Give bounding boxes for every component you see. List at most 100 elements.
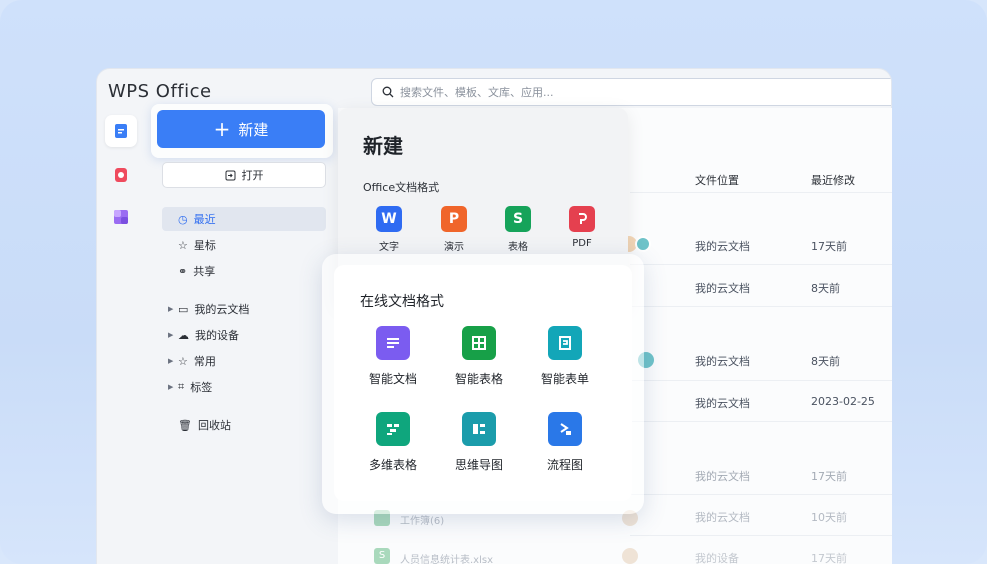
file-modified: 2023-02-25 [811, 395, 875, 408]
smart-form-icon [548, 326, 582, 360]
format-label: 智能表单 [540, 372, 589, 386]
file-location: 我的云文档 [695, 355, 750, 368]
file-modified: 17天前 [811, 240, 847, 253]
office-section-title: Office文档格式 [363, 181, 440, 194]
open-icon [225, 170, 235, 180]
online-section-title: 在线文档格式 [360, 294, 444, 310]
clock-icon: ◷ [178, 212, 188, 226]
format-label: 演示 [444, 242, 464, 253]
apps-icon [114, 210, 128, 224]
multi-table-icon [376, 412, 410, 446]
format-flowchart[interactable]: 流程图 [529, 412, 601, 473]
expand-arrow-icon[interactable]: ▶ [168, 383, 173, 391]
sidebar-item-tags[interactable]: ▶ ⌗ 标签 [162, 375, 326, 399]
file-modified: 8天前 [811, 282, 840, 295]
row-divider [630, 380, 892, 381]
word-icon: W [376, 206, 402, 232]
file-location: 我的云文档 [695, 511, 750, 524]
header-divider [630, 192, 892, 193]
folder-icon: ▭ [178, 302, 189, 316]
tag-icon: ⌗ [178, 380, 185, 393]
format-presentation[interactable]: P 演示 [434, 206, 474, 253]
new-button[interactable]: + 新建 [157, 110, 325, 148]
sidebar-item-label: 共享 [193, 265, 216, 278]
share-icon: ⚭ [178, 264, 188, 278]
pin-icon: ☆ [178, 354, 188, 368]
format-writer[interactable]: W 文字 [369, 206, 409, 253]
file-location: 我的云文档 [695, 282, 750, 295]
cloud-icon: ☁ [178, 328, 189, 342]
row-divider [630, 494, 892, 495]
sidebar-item-devices[interactable]: ▶ ☁ 我的设备 [162, 323, 326, 347]
search-icon [382, 86, 394, 98]
sidebar-item-label: 标签 [190, 381, 213, 394]
format-label: 文字 [379, 242, 399, 253]
row-divider [630, 264, 892, 265]
online-formats-popup: 在线文档格式 智能文档 智能表格 智能表单 多维表格 思维导图 流程图 [322, 254, 644, 514]
file-modified: 17天前 [811, 470, 847, 483]
new-button-highlight: + 新建 [151, 104, 333, 158]
expand-arrow-icon[interactable]: ▶ [168, 305, 173, 313]
faded-file-name: 人员信息统计表.xlsx [400, 555, 494, 564]
pdf-icon [569, 206, 595, 232]
presentation-icon: P [441, 206, 467, 232]
avatar [635, 236, 651, 252]
sidebar-item-shared[interactable]: ⚭ 共享 [162, 259, 326, 283]
search-input[interactable]: 搜索文件、模板、文库、应用... [371, 78, 891, 106]
sidebar-item-label: 我的云文档 [194, 303, 250, 316]
format-mind-map[interactable]: 思维导图 [443, 412, 515, 473]
rail-pdf-button[interactable] [105, 159, 137, 191]
star-icon: ☆ [178, 238, 188, 252]
sidebar-item-label: 星标 [193, 239, 216, 252]
sheet-file-icon: S [374, 548, 390, 564]
sidebar-item-trash[interactable]: 🗑 回收站 [162, 413, 326, 437]
file-location: 我的云文档 [695, 240, 750, 253]
file-modified: 10天前 [811, 511, 847, 524]
format-label: 智能文档 [368, 372, 417, 386]
trash-icon: 🗑 [178, 418, 192, 432]
format-smart-doc[interactable]: 智能文档 [357, 326, 429, 387]
file-location: 我的设备 [695, 552, 739, 564]
file-location: 我的云文档 [695, 470, 750, 483]
format-smart-form[interactable]: 智能表单 [529, 326, 601, 387]
sidebar-item-starred[interactable]: ☆ 星标 [162, 233, 326, 257]
format-spreadsheet[interactable]: S 表格 [498, 206, 538, 253]
app-logo: WPS Office [108, 81, 212, 102]
sidebar-item-cloud-docs[interactable]: ▶ ▭ 我的云文档 [162, 297, 326, 321]
spreadsheet-icon: S [505, 206, 531, 232]
expand-arrow-icon[interactable]: ▶ [168, 331, 173, 339]
rail-docs-button[interactable] [105, 115, 137, 147]
row-divider [630, 306, 892, 307]
online-formats-card: 在线文档格式 智能文档 智能表格 智能表单 多维表格 思维导图 流程图 [334, 265, 632, 501]
sidebar-item-label: 我的设备 [195, 329, 239, 342]
format-label: 流程图 [546, 458, 583, 472]
format-pdf[interactable]: PDF [562, 206, 602, 249]
row-divider [630, 421, 892, 422]
sidebar-item-label: 最近 [193, 213, 216, 226]
smart-sheet-icon [462, 326, 496, 360]
format-label: 智能表格 [454, 372, 503, 386]
format-label: 多维表格 [368, 458, 417, 472]
format-multi-table[interactable]: 多维表格 [357, 412, 429, 473]
mind-map-icon [462, 412, 496, 446]
expand-arrow-icon[interactable]: ▶ [168, 357, 173, 365]
flowchart-icon [548, 412, 582, 446]
format-smart-sheet[interactable]: 智能表格 [443, 326, 515, 387]
document-icon [115, 124, 127, 138]
format-label: PDF [572, 238, 592, 249]
rail-apps-button[interactable] [105, 201, 137, 233]
background-frame: WPS Office 搜索文件、模板、文库、应用... 文件位置 最近修改 我的… [0, 0, 987, 564]
sidebar-item-recent[interactable]: ◷ 最近 [162, 207, 326, 231]
file-location: 我的云文档 [695, 397, 750, 410]
file-modified: 17天前 [811, 552, 847, 564]
open-button-label: 打开 [241, 169, 264, 182]
file-modified: 8天前 [811, 355, 840, 368]
smart-doc-icon [376, 326, 410, 360]
row-divider [630, 535, 892, 536]
sidebar-item-frequent[interactable]: ▶ ☆ 常用 [162, 349, 326, 373]
faded-file-name: 工作簿(6) [400, 516, 445, 527]
new-button-label: 新建 [238, 120, 269, 139]
open-button[interactable]: 打开 [162, 162, 326, 188]
format-label: 思维导图 [454, 458, 503, 472]
column-header-location: 文件位置 [695, 174, 739, 187]
